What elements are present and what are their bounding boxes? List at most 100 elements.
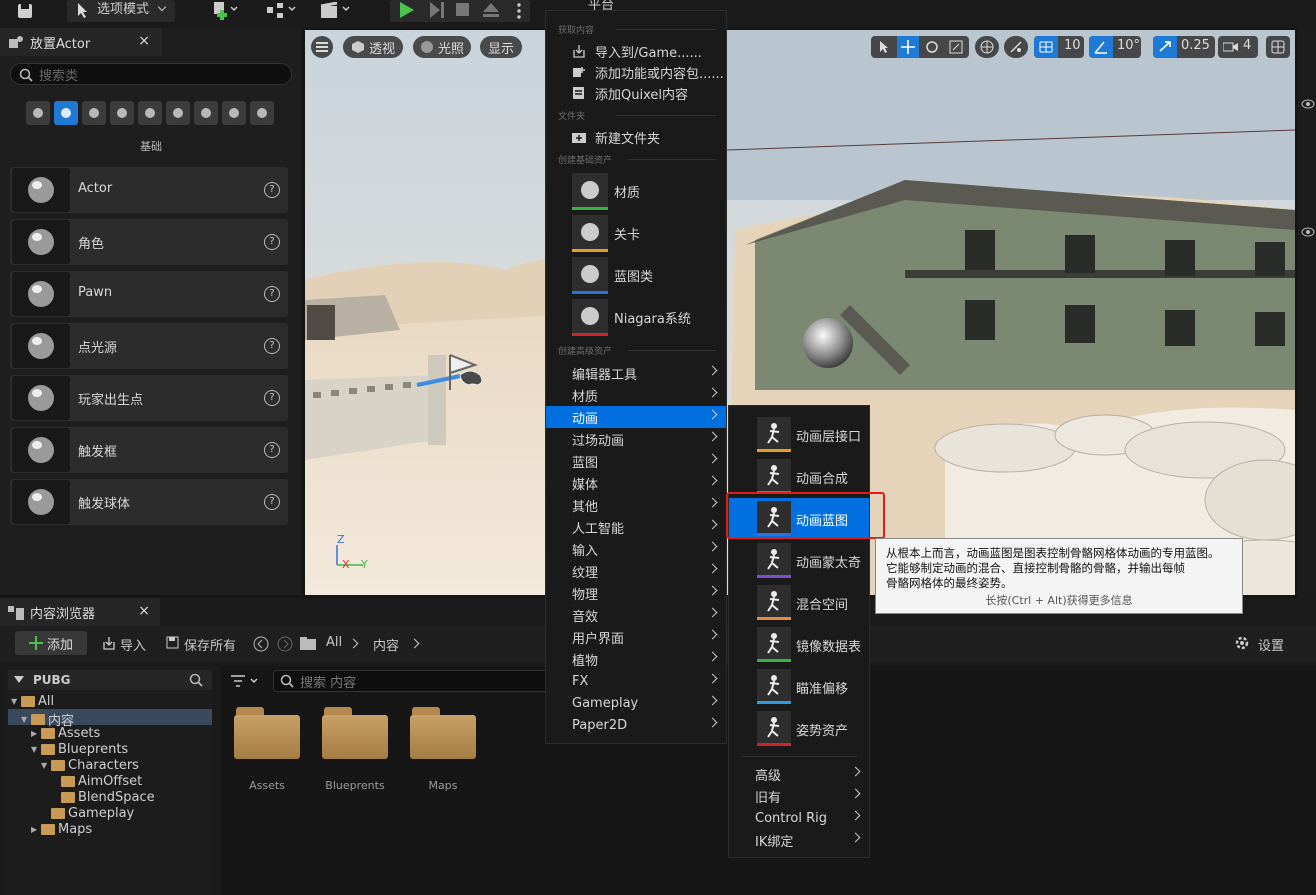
recent-icon[interactable] xyxy=(26,101,50,125)
perspective-button[interactable]: 透视 xyxy=(343,36,403,58)
rotation-snap-icon[interactable] xyxy=(1089,36,1113,58)
close-icon[interactable]: × xyxy=(138,33,150,49)
advanced-item[interactable]: Gameplay xyxy=(546,692,726,714)
anim-asset-item[interactable]: 动画合成 xyxy=(729,456,869,496)
animation-sub-item[interactable]: Control Rig xyxy=(729,807,869,829)
advanced-item[interactable]: 材质 xyxy=(546,384,726,406)
settings-button[interactable]: 设置 xyxy=(1258,635,1284,654)
tree-item[interactable]: Gameplay xyxy=(41,806,134,821)
anim-asset-item[interactable]: 瞄准偏移 xyxy=(729,666,869,706)
viewport-menu-button[interactable] xyxy=(311,36,333,58)
folder-icon[interactable] xyxy=(300,637,316,650)
folder-tile[interactable] xyxy=(322,707,388,759)
expanded-arrow-icon[interactable]: ▼ xyxy=(11,697,21,706)
rotate-icon[interactable] xyxy=(925,40,939,54)
back-icon[interactable] xyxy=(253,636,269,652)
anim-asset-item[interactable]: 动画层接口 xyxy=(729,414,869,454)
rotation-snap-control[interactable]: 10° xyxy=(1089,36,1141,58)
animation-sub-item[interactable]: IK绑定 xyxy=(729,829,869,851)
scale-icon[interactable] xyxy=(949,40,963,54)
expanded-arrow-icon[interactable]: ▼ xyxy=(31,745,41,754)
collapsed-arrow-icon[interactable]: ▶ xyxy=(31,825,41,834)
actor-list-item[interactable]: Actor? xyxy=(10,167,288,213)
tree-item[interactable]: AimOffset xyxy=(51,774,142,789)
lit-button[interactable]: 光照 xyxy=(413,36,471,58)
select-icon[interactable] xyxy=(877,40,891,54)
cinematics-icon[interactable] xyxy=(316,0,356,22)
add-quixel-item[interactable]: 添加Quixel内容 xyxy=(546,82,726,104)
folder-tile[interactable] xyxy=(234,707,300,759)
basic-asset-item[interactable]: 蓝图类 xyxy=(572,257,722,295)
actor-list-item[interactable]: Pawn? xyxy=(10,271,288,317)
translate-icon[interactable] xyxy=(897,36,919,58)
add-content-icon[interactable] xyxy=(205,0,245,22)
advanced-item[interactable]: 植物 xyxy=(546,648,726,670)
lights-icon[interactable] xyxy=(82,101,106,125)
breadcrumb-content[interactable]: 内容 xyxy=(373,635,399,654)
filter-icon[interactable] xyxy=(231,674,261,688)
basic-asset-item[interactable]: Niagara系统 xyxy=(572,299,722,337)
basic-asset-item[interactable]: 材质 xyxy=(572,173,722,211)
tree-item[interactable]: ▶ Maps xyxy=(31,822,92,837)
help-icon[interactable]: ? xyxy=(264,234,280,250)
cinematic-icon[interactable] xyxy=(138,101,162,125)
actor-list-item[interactable]: 角色? xyxy=(10,219,288,265)
new-folder-item[interactable]: 新建文件夹 xyxy=(546,126,726,148)
more-options-icon[interactable] xyxy=(516,2,522,20)
advanced-item[interactable]: 物理 xyxy=(546,582,726,604)
anim-asset-item[interactable]: 混合空间 xyxy=(729,582,869,622)
forward-icon[interactable] xyxy=(277,636,293,652)
actor-list-item[interactable]: 玩家出生点? xyxy=(10,375,288,421)
tree-item[interactable]: ▼ Blueprents xyxy=(31,742,128,757)
save-icon[interactable] xyxy=(10,0,40,22)
eye-icon[interactable] xyxy=(1301,98,1315,110)
actor-list-item[interactable]: 触发球体? xyxy=(10,479,288,525)
camera-speed-control[interactable]: 4 xyxy=(1218,36,1258,58)
advanced-item[interactable]: 动画 xyxy=(546,406,726,428)
anim-asset-item[interactable]: 动画蒙太奇 xyxy=(729,540,869,580)
advanced-item[interactable]: FX xyxy=(546,670,726,692)
scale-snap-control[interactable]: 0.25 xyxy=(1153,36,1215,58)
animation-sub-item[interactable]: 旧有 xyxy=(729,785,869,807)
add-button[interactable]: 添加 xyxy=(15,631,87,655)
advanced-item[interactable]: 媒体 xyxy=(546,472,726,494)
expanded-arrow-icon[interactable]: ▼ xyxy=(21,715,31,724)
tree-item[interactable]: ▼ Characters xyxy=(41,758,139,773)
play-icon[interactable] xyxy=(398,1,416,19)
help-icon[interactable]: ? xyxy=(264,390,280,406)
collapsed-arrow-icon[interactable]: ▶ xyxy=(31,729,41,738)
advanced-item[interactable]: 其他 xyxy=(546,494,726,516)
advanced-item[interactable]: 过场动画 xyxy=(546,428,726,450)
world-space-icon[interactable] xyxy=(975,36,999,58)
animation-sub-item[interactable]: 高级 xyxy=(729,763,869,785)
help-icon[interactable]: ? xyxy=(264,286,280,302)
folder-tile[interactable] xyxy=(410,707,476,759)
close-icon[interactable]: × xyxy=(138,603,150,619)
search-icon[interactable] xyxy=(189,673,203,687)
advanced-item[interactable]: 编辑器工具 xyxy=(546,362,726,384)
import-to-game-item[interactable]: 导入到/Game...... xyxy=(546,40,726,62)
visual-effects-icon[interactable] xyxy=(166,101,190,125)
add-feature-pack-item[interactable]: 添加功能或内容包...... xyxy=(546,61,726,83)
breadcrumb-all[interactable]: All xyxy=(326,635,342,650)
layout-icon[interactable] xyxy=(1266,36,1290,58)
advanced-item[interactable]: 输入 xyxy=(546,538,726,560)
step-icon[interactable] xyxy=(428,1,446,19)
show-button[interactable]: 显示 xyxy=(480,36,522,58)
mode-selector[interactable]: 选项模式 xyxy=(67,0,175,22)
scale-snap-icon[interactable] xyxy=(1153,36,1177,58)
collapse-arrow-icon[interactable] xyxy=(14,676,24,684)
eye-icon[interactable] xyxy=(1301,226,1315,238)
blueprint-menu-icon[interactable] xyxy=(262,0,302,22)
tree-item[interactable]: BlendSpace xyxy=(51,790,155,805)
content-browser-tab[interactable]: 内容浏览器 × xyxy=(0,598,160,626)
actor-search-input[interactable]: 搜索类 xyxy=(10,63,292,85)
actor-list-item[interactable]: 点光源? xyxy=(10,323,288,369)
tree-item[interactable]: ▶ Assets xyxy=(31,726,100,741)
help-icon[interactable]: ? xyxy=(264,494,280,510)
advanced-item[interactable]: 纹理 xyxy=(546,560,726,582)
gear-icon[interactable] xyxy=(1234,635,1250,651)
actor-list-item[interactable]: 触发框? xyxy=(10,427,288,473)
advanced-item[interactable]: Paper2D xyxy=(546,714,726,736)
eject-icon[interactable] xyxy=(482,2,500,18)
